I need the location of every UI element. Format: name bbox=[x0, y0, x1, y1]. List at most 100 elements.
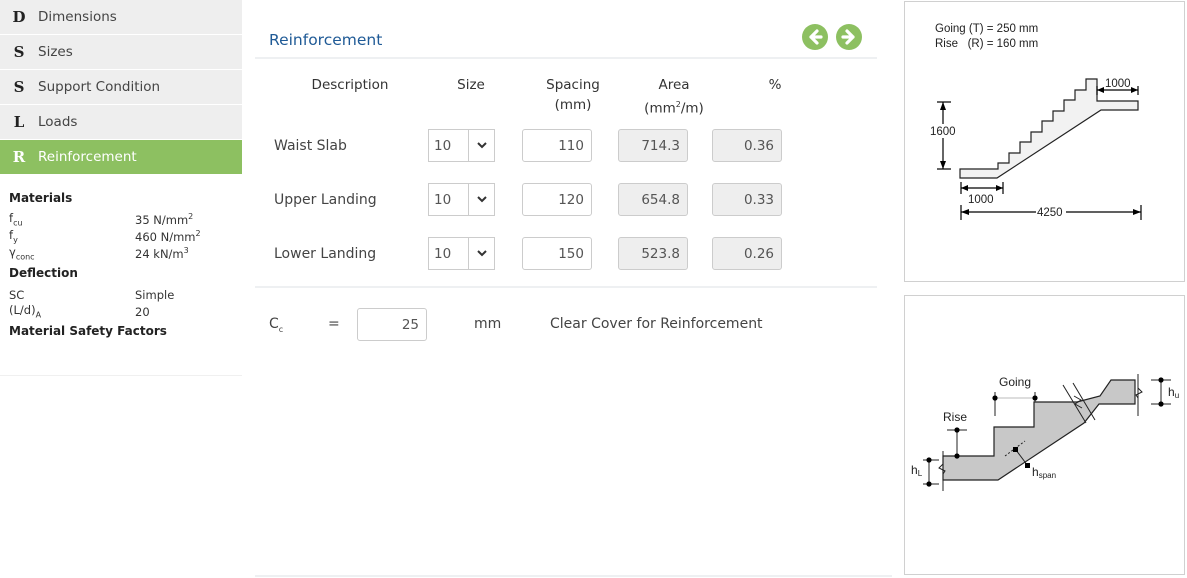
sidebar-item-sizes[interactable]: S Sizes bbox=[0, 35, 242, 70]
deflection-row-ld: (L/d)A 20 bbox=[9, 303, 233, 320]
h-span-label: hspan bbox=[1032, 465, 1056, 480]
value: 20 bbox=[135, 304, 150, 319]
divider bbox=[255, 57, 877, 59]
area-field-lower-landing: 523.8 bbox=[618, 237, 688, 270]
next-button[interactable] bbox=[836, 24, 862, 50]
sidebar: D Dimensions S Sizes S Support Condition… bbox=[0, 0, 242, 376]
header-size: Size bbox=[457, 77, 485, 93]
area-field-upper-landing: 654.8 bbox=[618, 183, 688, 216]
h: h bbox=[1168, 385, 1175, 399]
symbol: C bbox=[269, 316, 279, 332]
superscript: 2 bbox=[195, 229, 201, 239]
nav-letter: S bbox=[13, 43, 25, 61]
clear-cover-input[interactable]: 25 bbox=[357, 308, 427, 341]
stair-elevation-drawing: Going (T) = 250 mm Rise (R) = 160 mm 100… bbox=[929, 23, 1142, 220]
sidebar-item-reinforcement[interactable]: R Reinforcement bbox=[0, 140, 242, 175]
sidebar-item-support-condition[interactable]: S Support Condition bbox=[0, 70, 242, 105]
header-percent: % bbox=[768, 77, 782, 93]
symbol: (L/d) bbox=[9, 303, 36, 318]
chevron-down-icon bbox=[476, 142, 487, 149]
subscript: y bbox=[13, 235, 18, 245]
h-lower-label: hL bbox=[911, 463, 923, 478]
percent-field-waist-slab: 0.36 bbox=[712, 129, 782, 162]
nav-label: Sizes bbox=[38, 44, 73, 60]
spacing-input-waist-slab[interactable]: 110 bbox=[522, 129, 592, 162]
superscript: 2 bbox=[188, 212, 194, 222]
h-upper-label: hu bbox=[1168, 385, 1179, 400]
area-field-waist-slab: 714.3 bbox=[618, 129, 688, 162]
upper-landing-dim: 1000 bbox=[1105, 78, 1131, 90]
stair-dimensions-diagram: Going (T) = 250 mm Rise (R) = 160 mm 100… bbox=[904, 1, 1185, 282]
sidebar-item-loads[interactable]: L Loads bbox=[0, 105, 242, 140]
chevron-down-icon bbox=[476, 250, 487, 257]
material-row-fy: fy 460 N/mm2 bbox=[9, 228, 233, 245]
symbol: SC bbox=[9, 287, 25, 302]
size-select-upper-landing[interactable]: 10 bbox=[428, 183, 495, 216]
value: 460 N/mm bbox=[135, 229, 196, 244]
cover-description: Clear Cover for Reinforcement bbox=[550, 316, 763, 332]
total-length-dim: 4250 bbox=[1037, 207, 1063, 219]
subscript: A bbox=[35, 310, 42, 320]
value: 24 kN/m bbox=[135, 246, 184, 261]
subscript: c bbox=[278, 324, 284, 334]
row-label-upper-landing: Upper Landing bbox=[274, 192, 377, 208]
percent-field-upper-landing: 0.33 bbox=[712, 183, 782, 216]
superscript: 3 bbox=[183, 246, 189, 256]
percent-field-lower-landing: 0.26 bbox=[712, 237, 782, 270]
nav-label: Support Condition bbox=[38, 79, 161, 95]
nav-letter: D bbox=[12, 8, 26, 26]
h: h bbox=[911, 463, 918, 477]
header-spacing-line2: (mm) bbox=[554, 97, 592, 113]
h: h bbox=[1032, 465, 1039, 479]
header-area-line2: (mm2/m) bbox=[634, 95, 714, 119]
deflection-row-sc: SC Simple bbox=[9, 286, 233, 303]
header-description: Description bbox=[311, 77, 389, 93]
nav-letter: L bbox=[13, 113, 25, 131]
rise-label: Rise bbox=[943, 410, 967, 424]
value: 35 N/mm bbox=[135, 212, 189, 227]
header-spacing-line1: Spacing bbox=[546, 77, 600, 93]
row-label-lower-landing: Lower Landing bbox=[274, 246, 377, 262]
deflection-heading: Deflection bbox=[9, 266, 78, 280]
stair-section-drawing: hL Rise Going hspan hu bbox=[911, 374, 1179, 491]
nav-letter: S bbox=[13, 78, 25, 96]
value: Simple bbox=[135, 287, 175, 302]
subscript: conc bbox=[15, 252, 35, 262]
nav-label: Dimensions bbox=[38, 9, 117, 25]
nav-letter: R bbox=[12, 148, 26, 166]
symbol: γ bbox=[9, 245, 16, 260]
header-spacing: Spacing (mm) bbox=[533, 75, 613, 115]
height-dim: 1600 bbox=[930, 126, 956, 138]
subscript: cu bbox=[13, 218, 23, 228]
unit: (mm bbox=[644, 100, 676, 117]
spacing-input-upper-landing[interactable]: 120 bbox=[522, 183, 592, 216]
size-select-lower-landing[interactable]: 10 bbox=[428, 237, 495, 270]
sidebar-item-dimensions[interactable]: D Dimensions bbox=[0, 0, 242, 35]
cover-symbol: Cc bbox=[269, 316, 283, 334]
materials-heading: Materials bbox=[9, 191, 73, 205]
stair-profile bbox=[959, 78, 1139, 179]
subscript: span bbox=[1039, 471, 1056, 480]
main-panel: Reinforcement Description Size Spacing (… bbox=[255, 0, 892, 578]
spacing-input-lower-landing[interactable]: 150 bbox=[522, 237, 592, 270]
select-value: 10 bbox=[429, 130, 469, 161]
previous-button[interactable] bbox=[802, 24, 828, 50]
going-text: Going (T) = 250 mm bbox=[935, 23, 1038, 35]
row-label-waist-slab: Waist Slab bbox=[274, 138, 347, 154]
unit: /m) bbox=[680, 100, 704, 117]
size-select-waist-slab[interactable]: 10 bbox=[428, 129, 495, 162]
page-title: Reinforcement bbox=[269, 31, 383, 49]
cover-equals: = bbox=[328, 316, 340, 332]
chevron-down-icon bbox=[476, 196, 487, 203]
header-area: Area (mm2/m) bbox=[634, 75, 714, 119]
arrow-left-circle-icon bbox=[809, 29, 823, 45]
select-value: 10 bbox=[429, 238, 469, 269]
subscript: L bbox=[918, 469, 923, 478]
rise-text: Rise (R) = 160 mm bbox=[935, 38, 1038, 50]
header-area-line1: Area bbox=[658, 77, 690, 93]
cover-unit: mm bbox=[474, 316, 502, 332]
arrow-right-circle-icon bbox=[841, 29, 855, 45]
nav-label: Loads bbox=[38, 114, 78, 130]
subscript: u bbox=[1175, 391, 1179, 400]
select-value: 10 bbox=[429, 184, 469, 215]
